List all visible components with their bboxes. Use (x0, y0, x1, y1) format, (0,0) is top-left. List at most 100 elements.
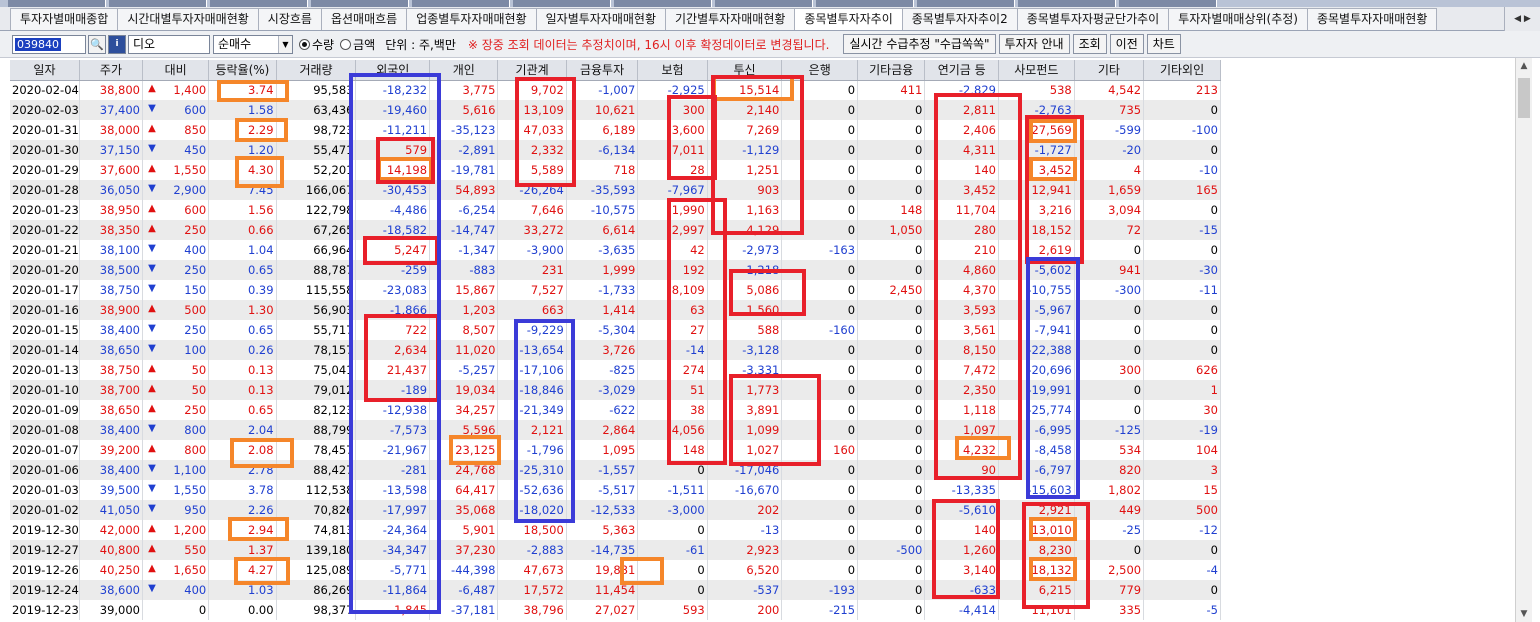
column-header[interactable]: 금융투자 (566, 60, 639, 81)
table-cell: 1.30 (208, 300, 277, 320)
table-row[interactable]: 2019-12-27 40,800 ▲ 550 1.37 139,180 -34,347 37… (10, 540, 1221, 560)
table-row[interactable]: 2020-01-14 38,650 ▼ 100 0.26 78,157 2,634 11,02… (10, 340, 1221, 360)
column-header[interactable]: 투신 (707, 60, 783, 81)
column-header[interactable]: 기타외인 (1143, 60, 1221, 81)
table-row[interactable]: 2020-01-29 37,600 ▲ 1,550 4.30 52,201 14,198 -1… (10, 160, 1221, 180)
tab-4[interactable]: 업종별투자자매매현황 (406, 8, 537, 30)
table-row[interactable]: 2020-01-06 38,400 ▼ 1,100 2.78 88,427 -281 24,7… (10, 460, 1221, 480)
table-cell: 38,400 (79, 320, 144, 340)
tab-scroll-arrows[interactable]: ◀ ▶ (1504, 7, 1540, 31)
table-row[interactable]: 2020-01-28 36,050 ▼ 2,900 7.45 166,067 -30,453… (10, 180, 1221, 200)
cell-value: 78,457 (313, 443, 354, 457)
tab-8[interactable]: 종목별투자자추이2 (901, 8, 1018, 30)
table-row[interactable]: 2020-01-15 38,400 ▼ 250 0.65 55,717 722 8,507 -9… (10, 320, 1221, 340)
table-row[interactable]: 2020-01-31 38,000 ▲ 850 2.29 98,723 -11,211 -35… (10, 120, 1221, 140)
table-row[interactable]: 2020-01-03 39,500 ▼ 1,550 3.78 112,538 -13,598… (10, 480, 1221, 500)
tab-3[interactable]: 옵션매매흐름 (320, 8, 408, 30)
cell-value: 0 (1133, 383, 1142, 397)
radio-amount[interactable]: 금액 (340, 36, 375, 53)
table-row[interactable]: 2020-01-02 41,050 ▼ 950 2.26 70,826 -17,997 35,… (10, 500, 1221, 520)
cell-value: -5,610 (958, 503, 996, 517)
table-row[interactable]: 2020-01-22 38,350 ▲ 250 0.66 67,265 -18,582 -14… (10, 220, 1221, 240)
table-row[interactable]: 2020-01-08 38,400 ▼ 800 2.04 88,799 -7,573 5,59… (10, 420, 1221, 440)
table-cell: 0.66 (208, 220, 277, 240)
column-header[interactable]: 일자 (10, 60, 80, 81)
table-row[interactable]: 2020-01-16 38,900 ▲ 500 1.30 56,903 -1,866 1,20… (10, 300, 1221, 320)
tab-0[interactable]: 투자자별매매종합 (10, 8, 119, 30)
table-row[interactable]: 2020-01-17 38,750 ▼ 150 0.39 115,558 -23,083 15… (10, 280, 1221, 300)
previous-button[interactable]: 이전 (1109, 34, 1144, 54)
column-header[interactable]: 기타금융 (857, 60, 926, 81)
cell-value: 28 (690, 163, 705, 177)
table-cell: 0 (1074, 340, 1145, 360)
table-row[interactable]: 2020-01-21 38,100 ▼ 400 1.04 66,964 5,247 -1,34… (10, 240, 1221, 260)
vertical-scrollbar[interactable]: ▲ ▼ (1515, 58, 1532, 622)
table-row[interactable]: 2020-01-09 38,650 ▲ 250 0.65 82,123 -12,938 34,… (10, 400, 1221, 420)
table-row[interactable]: 2020-01-13 38,750 ▲ 50 0.13 75,041 21,437 -5,25… (10, 360, 1221, 380)
table-row[interactable]: 2019-12-24 38,600 ▼ 400 1.03 86,269 -11,864 -6,… (10, 580, 1221, 600)
table-row[interactable]: 2020-01-20 38,500 ▼ 250 0.65 88,787 -259 -883 23… (10, 260, 1221, 280)
table-row[interactable]: 2020-01-07 39,200 ▲ 800 2.08 78,457 -21,967 23,… (10, 440, 1221, 460)
column-header[interactable]: 주가 (79, 60, 144, 81)
tab-1[interactable]: 시간대별투자자매매현황 (117, 8, 259, 30)
chart-button[interactable]: 차트 (1146, 34, 1181, 54)
up-arrow-icon: ▲ (148, 223, 156, 234)
tab-7[interactable]: 종목별투자자추이 (794, 8, 903, 30)
table-row[interactable]: 2020-02-04 38,800 ▲ 1,400 3.74 95,583 -18,232 3… (10, 80, 1221, 100)
cell-value: -15 (1199, 223, 1218, 237)
tab-5[interactable]: 일자별투자자매매현황 (535, 8, 667, 30)
cell-value: -17,997 (382, 503, 428, 517)
investor-guide-button[interactable]: 투자자 안내 (998, 34, 1070, 54)
table-cell: 4,311 (924, 140, 999, 160)
query-button[interactable]: 조회 (1072, 34, 1107, 54)
column-header[interactable]: 은행 (781, 60, 859, 81)
column-header[interactable]: 외국인 (355, 60, 431, 81)
table-cell: 86,269 (276, 580, 357, 600)
column-header[interactable]: 보험 (637, 60, 708, 81)
cell-value: 33,272 (523, 223, 564, 237)
table-row[interactable]: 2020-01-10 38,700 ▲ 50 0.13 79,012 -189 19,034 -… (10, 380, 1221, 400)
table-cell: 8,230 (998, 540, 1075, 560)
tab-10[interactable]: 투자자별매매상위(추정) (1168, 8, 1308, 30)
cell-value: -189 (400, 383, 428, 397)
search-icon[interactable]: 🔍 (88, 34, 106, 54)
table-row[interactable]: 2019-12-30 42,000 ▲ 1,200 2.94 74,813 -24,364 5… (10, 520, 1221, 540)
scroll-thumb[interactable] (1518, 78, 1530, 118)
table-cell: 2020-01-29 (10, 160, 80, 180)
column-header[interactable]: 거래량 (276, 60, 357, 81)
table-row[interactable]: 2019-12-23 39,000 0 0.00 98,377 1,845 -37,181 3… (10, 600, 1221, 620)
table-cell: 2,332 (497, 140, 567, 160)
cell-value: 11,454 (595, 583, 636, 597)
table-cell: -13,654 (497, 340, 567, 360)
column-header[interactable]: 기관계 (497, 60, 567, 81)
column-header[interactable]: 등락율(%) (208, 60, 277, 81)
cell-value: -24,364 (382, 523, 428, 537)
table-row[interactable]: 2020-01-30 37,150 ▼ 450 1.20 55,471 579 -2,891 2… (10, 140, 1221, 160)
tab-9[interactable]: 종목별투자자평균단가추이 (1016, 8, 1170, 30)
stock-name-field[interactable]: 디오 (128, 34, 210, 54)
radio-quantity[interactable]: 수량 (299, 36, 334, 53)
table-row[interactable]: 2020-01-23 38,950 ▲ 600 1.56 122,798 -4,486 -6,… (10, 200, 1221, 220)
column-header[interactable]: 대비 (142, 60, 210, 81)
column-header[interactable]: 연기금 등 (924, 60, 999, 81)
tab-6[interactable]: 기간별투자자매매현황 (665, 8, 796, 30)
trade-type-select[interactable]: 순매수 ▼ (213, 34, 293, 54)
column-header[interactable]: 개인 (429, 60, 499, 81)
scroll-up-icon[interactable]: ▲ (1516, 58, 1532, 74)
cell-value: 1 (1210, 383, 1218, 397)
table-row[interactable]: 2020-02-03 37,400 ▼ 600 1.58 63,436 -19,460 5,6… (10, 100, 1221, 120)
table-cell: 2020-01-09 (10, 400, 80, 420)
table-cell: -19,991 (998, 380, 1075, 400)
stock-info-icon[interactable]: i (108, 34, 126, 54)
column-header[interactable]: 기타 (1074, 60, 1145, 81)
cell-value: 125,089 (305, 563, 354, 577)
column-header[interactable]: 사모펀드 (998, 60, 1075, 81)
down-arrow-icon: ▼ (148, 283, 156, 294)
scroll-down-icon[interactable]: ▼ (1516, 606, 1532, 622)
cell-value: 21,437 (386, 363, 428, 377)
tab-11[interactable]: 종목별투자자매매현황 (1306, 8, 1438, 30)
table-row[interactable]: 2019-12-26 40,250 ▲ 1,650 4.27 125,089 -5,771 -… (10, 560, 1221, 580)
realtime-supply-button[interactable]: 실시간 수급추정 "수급쏙쏙" (843, 34, 996, 54)
stock-code-input[interactable]: 039840 (12, 34, 86, 54)
tab-2[interactable]: 시장흐름 (257, 8, 322, 30)
